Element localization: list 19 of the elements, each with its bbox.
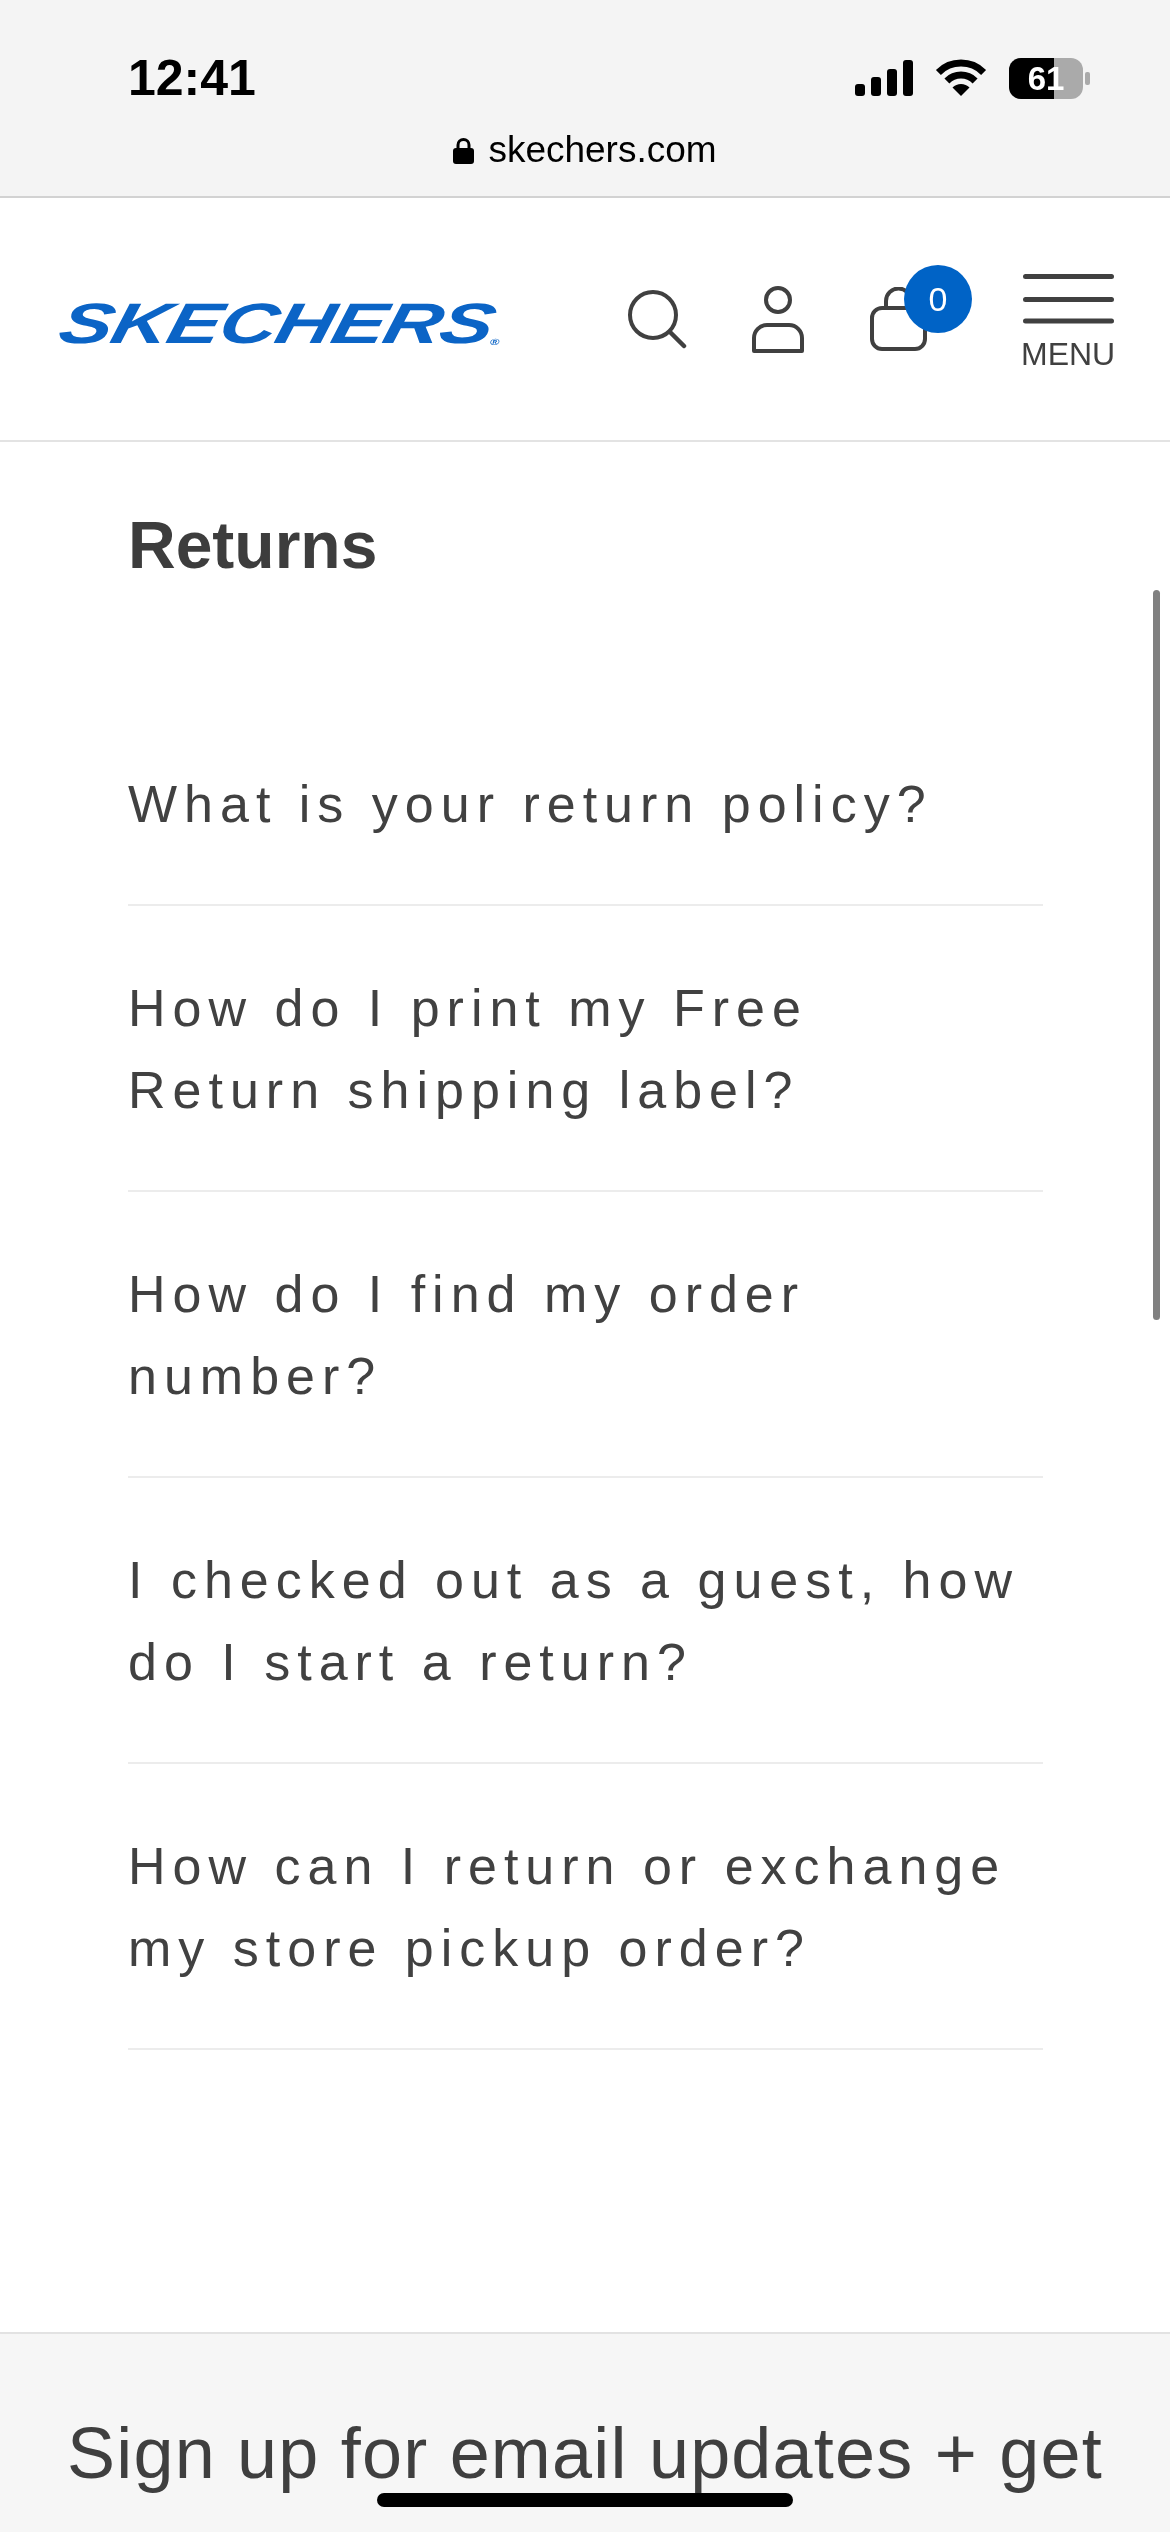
status-time: 12:41 [128,55,256,101]
menu-button[interactable]: MENU [1021,274,1116,370]
search-icon [627,289,687,349]
signal-icon [855,60,913,96]
lock-icon [453,136,475,164]
user-icon [750,285,806,353]
search-button[interactable] [627,289,687,349]
faq-question[interactable]: How do I find my order number? [128,1192,1043,1478]
faq-question[interactable]: I checked out as a guest, how do I start a return? [128,1478,1043,1764]
cart-count-badge: 0 [904,265,972,333]
section-title: Returns [128,507,378,584]
faq-question[interactable]: What is your return policy? [128,702,1043,906]
account-button[interactable] [750,285,806,353]
faq-question[interactable]: How can I return or exchange my store pickup order? [128,1764,1043,2050]
faq-question[interactable]: How do I print my Free Return shipping label? [128,906,1043,1192]
cart-button[interactable]: 0 [870,265,972,351]
wifi-icon [935,59,987,97]
hamburger-icon [1022,274,1114,324]
address-url[interactable]: skechers.com [488,130,717,170]
